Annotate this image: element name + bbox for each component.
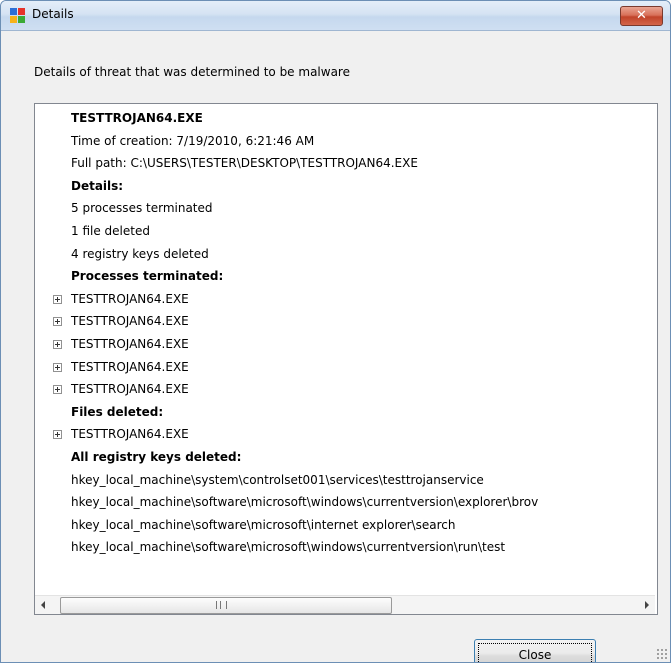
tree-item[interactable]: Time of creation: 7/19/2010, 6:21:46 AM — [35, 130, 655, 153]
tree-item-label: 1 file deleted — [71, 223, 150, 238]
expand-plus-icon[interactable] — [53, 294, 62, 304]
window-title: Details — [32, 7, 74, 21]
expand-plus-icon[interactable] — [53, 362, 62, 372]
tree-item-label: TESTTROJAN64.EXE — [71, 382, 189, 397]
tree-section-header[interactable]: Files deleted: — [35, 401, 655, 424]
tree-item[interactable]: TESTTROJAN64.EXE — [35, 333, 655, 356]
tree-item-label: Files deleted: — [71, 404, 164, 419]
tree-item-label: Full path: C:\USERS\TESTER\DESKTOP\TESTT… — [71, 156, 418, 171]
horizontal-scrollbar[interactable] — [35, 595, 655, 614]
details-tree-panel[interactable]: TESTTROJAN64.EXE Time of creation: 7/19/2… — [34, 103, 658, 615]
tree-item-label: TESTTROJAN64.EXE — [71, 111, 203, 125]
expand-plus-icon[interactable] — [53, 317, 62, 327]
title-bar[interactable]: Details ✕ — [1, 1, 670, 31]
dialog-body: Details of threat that was determined to… — [1, 31, 670, 662]
tree-item[interactable]: 5 processes terminated — [35, 197, 655, 220]
tree-item-label: Processes terminated: — [71, 269, 224, 284]
tree-item[interactable]: TESTTROJAN64.EXE — [35, 423, 655, 446]
tree-item[interactable]: 4 registry keys deleted — [35, 243, 655, 266]
avg-logo-icon — [10, 8, 25, 23]
tree-item[interactable]: hkey_local_machine\software\microsoft\wi… — [35, 536, 655, 559]
tree-item[interactable]: TESTTROJAN64.EXE — [35, 310, 655, 333]
expand-plus-icon[interactable] — [53, 339, 62, 349]
tree-item[interactable]: hkey_local_machine\software\microsoft\wi… — [35, 491, 655, 514]
details-tree[interactable]: TESTTROJAN64.EXE Time of creation: 7/19/2… — [35, 107, 655, 588]
tree-item-label: Details: — [71, 178, 124, 193]
close-button-label: Close — [518, 647, 552, 662]
title-close-button[interactable]: ✕ — [620, 6, 663, 26]
tree-item[interactable]: TESTTROJAN64.EXE — [35, 288, 655, 311]
scroll-left-arrow-icon[interactable] — [35, 596, 53, 614]
description-label: Details of threat that was determined to… — [34, 65, 350, 79]
tree-section-header[interactable]: TESTTROJAN64.EXE — [35, 107, 655, 130]
tree-item[interactable]: Full path: C:\USERS\TESTER\DESKTOP\TESTT… — [35, 152, 655, 175]
tree-section-header[interactable]: Details: — [35, 175, 655, 198]
tree-item-label: TESTTROJAN64.EXE — [71, 359, 189, 374]
tree-item[interactable]: TESTTROJAN64.EXE — [35, 378, 655, 401]
close-button[interactable]: Close — [474, 639, 596, 662]
details-window: Details ✕ Details of threat that was det… — [0, 0, 671, 663]
tree-section-header[interactable]: All registry keys deleted: — [35, 446, 655, 469]
tree-item[interactable]: 1 file deleted — [35, 220, 655, 243]
scrollbar-thumb[interactable] — [60, 597, 392, 614]
close-icon: ✕ — [636, 8, 647, 23]
tree-item-label: hkey_local_machine\software\microsoft\wi… — [71, 540, 506, 555]
tree-item-label: 5 processes terminated — [71, 201, 213, 216]
tree-item-label: All registry keys deleted: — [71, 449, 242, 464]
tree-item-label: hkey_local_machine\software\microsoft\wi… — [71, 495, 539, 510]
tree-item-label: TESTTROJAN64.EXE — [71, 427, 189, 442]
expand-plus-icon[interactable] — [53, 430, 62, 440]
grip-icon — [216, 601, 227, 609]
expand-plus-icon[interactable] — [53, 385, 62, 395]
tree-item[interactable]: TESTTROJAN64.EXE — [35, 356, 655, 379]
tree-item-label: TESTTROJAN64.EXE — [71, 336, 189, 351]
tree-item[interactable]: hkey_local_machine\system\controlset001\… — [35, 469, 655, 492]
tree-item-label: hkey_local_machine\system\controlset001\… — [71, 472, 484, 487]
tree-item-label: hkey_local_machine\software\microsoft\in… — [71, 517, 456, 532]
tree-section-header[interactable]: Processes terminated: — [35, 265, 655, 288]
tree-item-label: TESTTROJAN64.EXE — [71, 314, 189, 329]
tree-item[interactable]: hkey_local_machine\software\microsoft\in… — [35, 514, 655, 537]
tree-item-label: TESTTROJAN64.EXE — [71, 291, 189, 306]
scroll-right-arrow-icon[interactable] — [637, 596, 655, 614]
resize-grip-icon[interactable] — [656, 648, 668, 660]
tree-item-label: Time of creation: 7/19/2010, 6:21:46 AM — [71, 133, 315, 148]
tree-item-label: 4 registry keys deleted — [71, 246, 209, 261]
